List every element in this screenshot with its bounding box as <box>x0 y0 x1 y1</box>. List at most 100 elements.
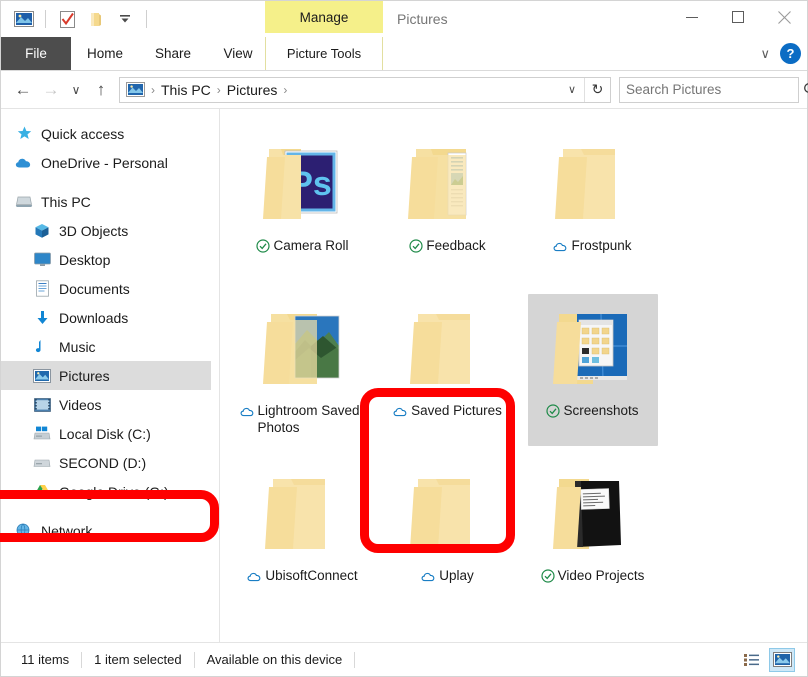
tab-view[interactable]: View <box>207 37 269 70</box>
minimize-button[interactable] <box>669 1 715 33</box>
sidebar-item-local-disk-c[interactable]: Local Disk (C:) <box>1 419 219 448</box>
chevron-down-icon[interactable]: ∨ <box>760 46 770 62</box>
breadcrumb: › This PC › Pictures › <box>120 82 560 98</box>
tab-home[interactable]: Home <box>71 37 139 70</box>
sidebar-item-label: 3D Objects <box>59 223 128 239</box>
search-icon[interactable] <box>803 82 808 97</box>
forward-button[interactable]: → <box>37 76 65 104</box>
new-folder-icon[interactable] <box>85 8 107 30</box>
file-item-screenshots[interactable]: Screenshots <box>520 288 665 453</box>
up-button[interactable]: ↑ <box>87 76 115 104</box>
contextual-group-manage[interactable]: Manage <box>265 1 383 33</box>
file-item-label-row: Frostpunk <box>530 237 656 254</box>
ribbon-right-controls: ∨ ? <box>760 37 801 70</box>
help-icon[interactable]: ? <box>780 43 801 64</box>
sidebar-item-this-pc[interactable]: This PC <box>1 187 219 216</box>
cloud-online-icon <box>247 570 262 584</box>
file-item[interactable]: Music - Shortcut <box>375 618 520 642</box>
file-item[interactable]: Feedback <box>375 123 520 288</box>
file-item-name: Lightroom Saved Photos <box>258 402 366 436</box>
document-icon <box>33 280 51 298</box>
sidebar-item-onedrive[interactable]: OneDrive - Personal <box>1 148 219 177</box>
sidebar-item-label: This PC <box>41 194 91 210</box>
maximize-button[interactable] <box>715 1 761 33</box>
download-icon <box>33 309 51 327</box>
file-item-label-row: Feedback <box>385 237 511 254</box>
sidebar-item-documents[interactable]: Documents <box>1 274 219 303</box>
file-item[interactable]: Uplay <box>375 453 520 618</box>
file-item-label-row: Saved Pictures <box>385 402 511 419</box>
sidebar-item-label: Network <box>41 523 92 539</box>
file-item-label-row: Video Projects <box>530 567 656 584</box>
sidebar-item-label: Documents <box>59 281 130 297</box>
folder-thumbnail-documents <box>396 135 500 231</box>
sidebar-item-label: SECOND (D:) <box>59 455 146 471</box>
customize-dropdown-icon[interactable] <box>114 8 136 30</box>
recent-locations-button[interactable]: ∨ <box>65 76 87 104</box>
sidebar-item-label: Pictures <box>59 368 110 384</box>
refresh-icon[interactable]: ↻ <box>584 78 610 102</box>
file-item[interactable]: Downloads - Shortcut <box>230 618 375 642</box>
sidebar-item-label: Google Drive (G:) <box>59 484 169 500</box>
sidebar-item-label: Videos <box>59 397 102 413</box>
file-item[interactable]: UbisoftConnect <box>230 453 375 618</box>
drive-icon <box>33 454 51 472</box>
file-list-view[interactable]: Ps Camera Roll <box>220 109 807 642</box>
sidebar-item-quick-access[interactable]: Quick access <box>1 119 219 148</box>
status-bar: 11 items 1 item selected Available on th… <box>1 642 807 676</box>
sidebar-item-network[interactable]: Network <box>1 516 219 545</box>
file-item[interactable]: Ps Camera Roll <box>230 123 375 288</box>
tab-file[interactable]: File <box>1 37 71 70</box>
sidebar-item-music[interactable]: Music <box>1 332 219 361</box>
file-item[interactable]: Saved Pictures <box>375 288 520 453</box>
sidebar-item-google-drive-g[interactable]: Google Drive (G:) <box>1 477 219 506</box>
close-button[interactable] <box>761 1 807 33</box>
tab-picture-tools[interactable]: Picture Tools <box>265 37 383 70</box>
folder-thumbnail-music-shortcut <box>396 630 500 642</box>
video-icon <box>33 396 51 414</box>
back-button[interactable]: ← <box>9 76 37 104</box>
breadcrumb-item-pictures[interactable]: Pictures <box>227 82 278 98</box>
properties-icon[interactable] <box>56 8 78 30</box>
sidebar-item-label: OneDrive - Personal <box>41 155 168 171</box>
address-dropdown-icon[interactable]: ∨ <box>560 78 584 102</box>
folder-thumbnail-landscape <box>251 300 355 396</box>
explorer-body: Quick access OneDrive - Personal This PC <box>1 109 807 642</box>
pictures-icon[interactable] <box>13 8 35 30</box>
cloud-icon <box>15 154 33 172</box>
computer-icon <box>15 193 33 211</box>
available-check-icon <box>546 404 560 418</box>
sidebar-spacer-1 <box>1 177 219 187</box>
details-view-button[interactable] <box>739 648 765 672</box>
breadcrumb-root-icon[interactable] <box>126 82 145 97</box>
folder-thumbnail-black-book <box>541 465 645 561</box>
search-input[interactable] <box>626 82 803 97</box>
tab-share[interactable]: Share <box>139 37 207 70</box>
search-box[interactable] <box>619 77 799 103</box>
music-icon <box>33 338 51 356</box>
breadcrumb-separator-3[interactable]: › <box>279 83 291 97</box>
file-item[interactable]: Lightroom Saved Photos <box>230 288 375 453</box>
address-bar[interactable]: › This PC › Pictures › ∨ ↻ <box>119 77 611 103</box>
sidebar-item-3d-objects[interactable]: 3D Objects <box>1 216 219 245</box>
sidebar-item-pictures[interactable]: Pictures <box>1 361 211 390</box>
address-bar-row: ← → ∨ ↑ › This PC › Pictures › <box>1 71 807 109</box>
file-item-name: UbisoftConnect <box>265 567 357 584</box>
sidebar-item-desktop[interactable]: Desktop <box>1 245 219 274</box>
sidebar-item-videos[interactable]: Videos <box>1 390 219 419</box>
folder-thumbnail-photoshop: Ps <box>251 135 355 231</box>
breadcrumb-separator-2: › <box>213 83 225 97</box>
cloud-online-icon <box>393 405 408 419</box>
file-item-label-row: Camera Roll <box>240 237 366 254</box>
breadcrumb-item-this-pc[interactable]: This PC <box>161 82 211 98</box>
sidebar-item-downloads[interactable]: Downloads <box>1 303 219 332</box>
file-item[interactable]: Video Projects <box>520 453 665 618</box>
cube-icon <box>33 222 51 240</box>
ribbon-tab-bar: File Home Share View Picture Tools ∨ ? <box>1 37 807 71</box>
available-check-icon <box>256 239 270 253</box>
sidebar-item-second-d[interactable]: SECOND (D:) <box>1 448 219 477</box>
file-item[interactable]: Frostpunk <box>520 123 665 288</box>
window-title: Pictures <box>397 1 448 37</box>
file-item-name: Frostpunk <box>571 237 631 254</box>
large-icons-view-button[interactable] <box>769 648 795 672</box>
